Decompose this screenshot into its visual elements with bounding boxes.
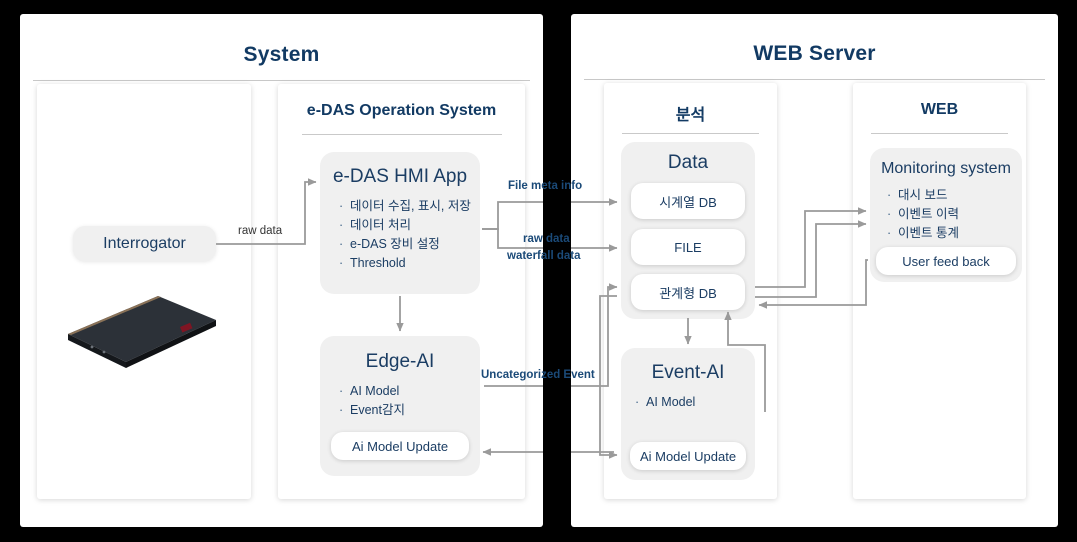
bullet-item: 데이터 처리 <box>339 216 471 235</box>
panel-system-rule <box>33 80 530 81</box>
pill-label: 시계열 DB <box>659 194 717 210</box>
label-uncategorized-event: Uncategorized Event <box>481 369 595 381</box>
pill-event-ai-model-update[interactable]: Ai Model Update <box>630 442 746 470</box>
subpanel-analysis-rule <box>622 133 759 134</box>
card-edas-hmi-app[interactable]: e-DAS HMI App 데이터 수집, 표시, 저장 데이터 처리 e-DA… <box>320 152 480 294</box>
card-edas-hmi-title: e-DAS HMI App <box>332 166 468 187</box>
pill-file[interactable]: FILE <box>631 229 745 265</box>
card-data-title: Data <box>667 152 709 173</box>
interrogator-label: Interrogator <box>103 234 186 252</box>
pill-label: FILE <box>674 239 702 255</box>
card-event-ai-title: Event-AI <box>651 362 725 383</box>
card-edge-ai-bullets: AI Model Event감지 <box>339 382 405 420</box>
panel-web-server-rule <box>584 79 1045 80</box>
subpanel-edas-rule <box>302 134 502 135</box>
bullet-item: AI Model <box>635 393 695 412</box>
panel-system-title: System <box>243 43 320 66</box>
subpanel-web-rule <box>871 133 1008 134</box>
card-edge-ai[interactable]: Edge-AI AI Model Event감지 Ai Model Update <box>320 336 480 476</box>
rack-server-photo <box>68 296 216 368</box>
card-data[interactable]: Data 시계열 DB FILE 관계형 DB <box>621 142 755 319</box>
subpanel-web: WEB <box>853 83 1026 499</box>
pill-label: Ai Model Update <box>639 448 737 464</box>
pill-edge-ai-model-update[interactable]: Ai Model Update <box>331 432 469 460</box>
card-monitoring-title: Monitoring system <box>881 160 1011 177</box>
label-file-meta-info: File meta info <box>508 180 583 192</box>
pill-timeseries-db[interactable]: 시계열 DB <box>631 183 745 219</box>
card-edge-ai-title: Edge-AI <box>365 351 435 372</box>
pill-label: User feed back <box>902 253 990 269</box>
panel-gutter <box>543 0 571 542</box>
label-raw-data-right: raw data <box>523 233 570 245</box>
bullet-item: Event감지 <box>339 401 405 420</box>
panel-web-server-title: WEB Server <box>753 42 876 65</box>
interrogator-box[interactable]: Interrogator <box>73 226 216 261</box>
subpanel-analysis-title: 분석 <box>675 107 706 124</box>
bullet-item: 대시 보드 <box>887 186 959 205</box>
label-waterfall-data: waterfall data <box>507 250 581 262</box>
label-raw-data-left: raw data <box>238 225 283 237</box>
diagram-canvas: System Interrogator e-DAS Operation Syst… <box>0 0 1077 542</box>
bullet-item: 데이터 수집, 표시, 저장 <box>339 197 471 216</box>
card-monitoring-system[interactable]: Monitoring system 대시 보드 이벤트 이력 이벤트 통계 Us… <box>870 148 1022 282</box>
bullet-item: 이벤트 이력 <box>887 205 959 224</box>
bullet-item: 이벤트 통계 <box>887 224 959 243</box>
bullet-item: AI Model <box>339 382 405 401</box>
pill-relational-db[interactable]: 관계형 DB <box>631 274 745 310</box>
bullet-item: Threshold <box>339 254 471 273</box>
card-event-ai[interactable]: Event-AI AI Model Ai Model Update <box>621 348 755 480</box>
pill-label: Ai Model Update <box>351 438 449 454</box>
card-monitoring-bullets: 대시 보드 이벤트 이력 이벤트 통계 <box>887 186 959 243</box>
card-event-ai-bullets: AI Model <box>635 393 695 412</box>
pill-label: 관계형 DB <box>659 285 717 301</box>
subpanel-edas-title: e-DAS Operation System <box>306 102 497 119</box>
bullet-item: e-DAS 장비 설정 <box>339 235 471 254</box>
card-edas-hmi-bullets: 데이터 수집, 표시, 저장 데이터 처리 e-DAS 장비 설정 Thresh… <box>339 197 471 273</box>
pill-user-feed-back[interactable]: User feed back <box>876 247 1016 275</box>
subpanel-web-title: WEB <box>920 101 959 118</box>
